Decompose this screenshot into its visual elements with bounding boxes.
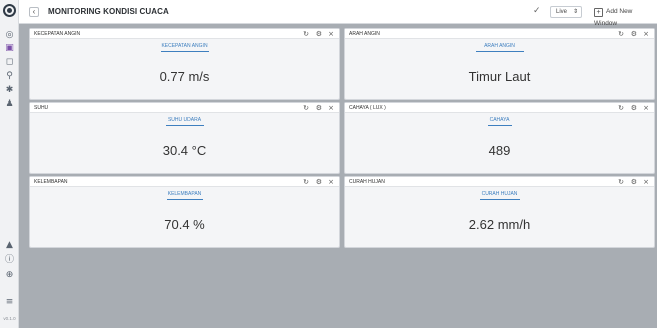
- menu-icon[interactable]: ≡: [4, 297, 15, 308]
- panel-subtitle: CURAH HUJAN: [481, 191, 518, 197]
- version-label: v0.1.0: [3, 316, 16, 321]
- panel-value: Timur Laut: [468, 69, 531, 84]
- gear-icon[interactable]: ⚙: [631, 29, 637, 39]
- subtitle-underline: [167, 199, 203, 200]
- refresh-icon[interactable]: ↻: [303, 29, 309, 39]
- panel-subtitle: ARAH ANGIN: [484, 43, 515, 49]
- panel-curah-hujan: CURAH HUJAN ↻ ⚙ × CURAH HUJAN 2.62 mm/h: [344, 176, 655, 248]
- panel-title: CAHAYA ( lux ): [349, 105, 386, 111]
- gear-icon[interactable]: ⚙: [316, 177, 322, 187]
- logo[interactable]: [3, 4, 16, 17]
- panel-title: SUHU: [34, 105, 49, 111]
- panel-value: 489: [488, 143, 511, 158]
- chevron-left-icon: ‹: [32, 7, 36, 16]
- panel-header: CAHAYA ( lux ) ↻ ⚙ ×: [345, 103, 654, 113]
- subtitle-underline: [161, 51, 209, 52]
- dashboard-icon[interactable]: ◎: [4, 30, 15, 41]
- plus-icon: +: [594, 8, 603, 17]
- add-window-button[interactable]: + Add New Window: [594, 6, 657, 30]
- gear-icon[interactable]: ⚙: [316, 29, 322, 39]
- panel-value: 2.62 mm/h: [468, 217, 531, 232]
- globe-icon[interactable]: ⊕: [4, 270, 15, 281]
- refresh-icon[interactable]: ↻: [303, 177, 309, 187]
- back-button[interactable]: ‹: [29, 7, 39, 17]
- mode-value: Live: [556, 9, 568, 15]
- subtitle-underline: [476, 51, 524, 52]
- panel-header: CURAH HUJAN ↻ ⚙ ×: [345, 177, 654, 187]
- panel-title: KECEPATAN ANGIN: [34, 31, 81, 37]
- top-bar: ‹ MONITORING KONDISI CUACA ✓ Live ⇕ + Add…: [19, 0, 657, 27]
- users-icon[interactable]: ♟: [4, 99, 15, 110]
- subtitle-underline: [166, 125, 204, 126]
- panel-suhu: SUHU ↻ ⚙ × SUHU UDARA 30.4 °C: [29, 102, 340, 174]
- close-icon[interactable]: ×: [643, 177, 649, 187]
- check-icon[interactable]: ✓: [533, 6, 541, 16]
- mode-select[interactable]: Live ⇕: [550, 6, 582, 18]
- close-icon[interactable]: ×: [328, 103, 334, 113]
- gear-icon[interactable]: ⚙: [316, 103, 322, 113]
- panel-subtitle: SUHU UDARA: [167, 117, 202, 123]
- gear-icon[interactable]: ⚙: [631, 103, 637, 113]
- panel-cahaya: CAHAYA ( lux ) ↻ ⚙ × CAHAYA 489: [344, 102, 655, 174]
- panel-title: CURAH HUJAN: [349, 179, 385, 185]
- panel-icon[interactable]: ◻: [4, 57, 15, 68]
- panel-title: KELEMBAPAN: [34, 179, 68, 185]
- panel-header: ARAH ANGIN ↻ ⚙ ×: [345, 29, 654, 39]
- info-icon[interactable]: ⓘ: [4, 255, 15, 266]
- refresh-icon[interactable]: ↻: [618, 103, 624, 113]
- panel-value: 70.4 %: [164, 217, 205, 232]
- settings-icon[interactable]: ✱: [4, 85, 15, 96]
- panel-value: 0.77 m/s: [159, 69, 210, 84]
- close-icon[interactable]: ×: [328, 29, 334, 39]
- refresh-icon[interactable]: ↻: [618, 177, 624, 187]
- bell-icon[interactable]: ▲: [4, 240, 15, 251]
- view-icon[interactable]: ▣: [4, 43, 15, 54]
- subtitle-underline: [480, 199, 520, 200]
- panel-title: ARAH ANGIN: [349, 31, 380, 37]
- close-icon[interactable]: ×: [328, 177, 334, 187]
- search-icon[interactable]: ⚲: [4, 71, 15, 82]
- close-icon[interactable]: ×: [643, 103, 649, 113]
- panel-header: KECEPATAN ANGIN ↻ ⚙ ×: [30, 29, 339, 39]
- subtitle-underline: [488, 125, 512, 126]
- sidebar: ◎ ▣ ◻ ⚲ ✱ ♟ ▲ ⓘ ⊕ ≡ v0.1.0: [0, 0, 19, 328]
- select-caret-icon: ⇕: [572, 9, 578, 15]
- panel-subtitle: CAHAYA: [489, 117, 510, 123]
- panel-subtitle: KELEMBAPAN: [167, 191, 202, 197]
- panel-subtitle: KECEPATAN ANGIN: [161, 43, 208, 49]
- gear-icon[interactable]: ⚙: [631, 177, 637, 187]
- refresh-icon[interactable]: ↻: [303, 103, 309, 113]
- panel-arah-angin: ARAH ANGIN ↻ ⚙ × ARAH ANGIN Timur Laut: [344, 28, 655, 100]
- refresh-icon[interactable]: ↻: [618, 29, 624, 39]
- panel-header: KELEMBAPAN ↻ ⚙ ×: [30, 177, 339, 187]
- panel-kelembapan: KELEMBAPAN ↻ ⚙ × KELEMBAPAN 70.4 %: [29, 176, 340, 248]
- panel-header: SUHU ↻ ⚙ ×: [30, 103, 339, 113]
- page-title: MONITORING KONDISI CUACA: [48, 7, 169, 16]
- panel-value: 30.4 °C: [162, 143, 207, 158]
- panel-kecepatan-angin: KECEPATAN ANGIN ↻ ⚙ × KECEPATAN ANGIN 0.…: [29, 28, 340, 100]
- close-icon[interactable]: ×: [643, 29, 649, 39]
